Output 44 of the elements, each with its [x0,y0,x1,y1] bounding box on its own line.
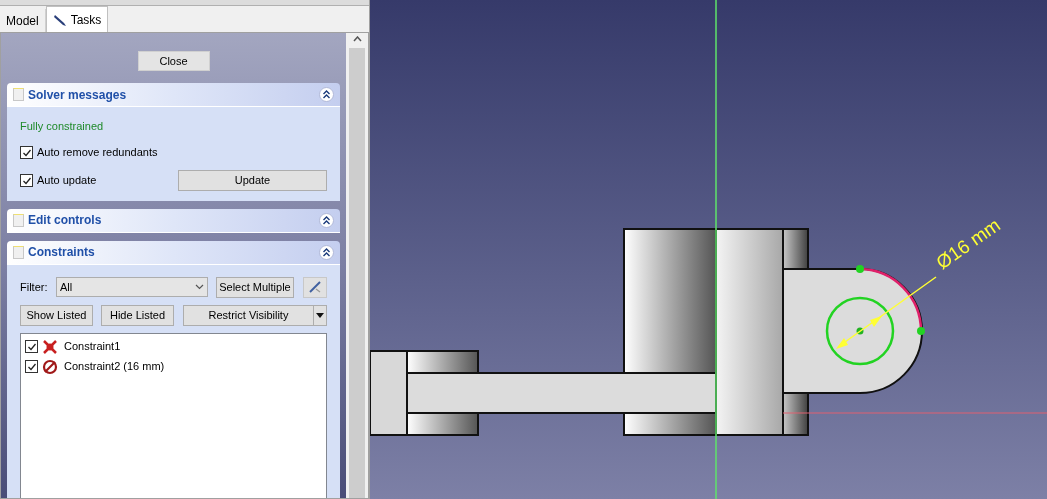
checkbox[interactable] [25,340,38,353]
select-multiple-button[interactable]: Select Multiple [216,276,294,298]
dimension-label: Ø16 mm [932,214,1004,274]
panel-icon [13,213,24,227]
constraint-list[interactable]: Constraint1 Constraint2 (16 mm) [20,332,327,498]
checkbox-label: Auto remove redundants [37,145,158,161]
panel-header[interactable]: Constraints [7,240,340,265]
status-message: Fully constrained [20,119,105,134]
collapse-icon[interactable] [319,87,334,102]
point-marker [917,327,925,335]
dropdown-arrow-icon [316,312,324,318]
chevron-down-icon [195,284,205,290]
checkbox-label: Auto update [37,173,97,189]
scroll-up-icon[interactable] [352,36,362,42]
show-listed-button[interactable]: Show Listed [20,304,93,326]
update-button[interactable]: Update [178,170,327,191]
panel-icon [13,245,24,259]
constraint-item[interactable]: Constraint2 (16 mm) [64,358,165,375]
checkbox[interactable] [20,146,33,159]
point-marker [856,327,864,335]
point-marker [856,265,864,273]
coincident-icon [42,338,58,355]
filter-dropdown[interactable]: All [55,277,209,297]
pencil-icon[interactable] [302,276,327,298]
filter-label: Filter: [20,279,49,295]
restrict-visibility-button[interactable]: Restrict Visibility [183,304,327,326]
checkbox[interactable] [25,360,38,373]
close-button[interactable]: Close [137,51,210,71]
panel-icon [13,88,24,101]
3d-viewport[interactable]: Ø16 mm [370,0,1047,499]
hide-listed-button[interactable]: Hide Listed [101,304,174,326]
collapse-icon[interactable] [319,212,334,228]
panel-title: Edit controls [28,212,103,229]
tab[interactable]: Tasks [45,6,109,32]
diameter-icon [42,358,58,375]
constraint-item[interactable]: Constraint1 [64,338,121,355]
checkbox[interactable] [20,174,33,187]
panel-header[interactable]: Edit controls [7,208,340,233]
panel-title: Constraints [28,244,96,261]
panel-title: Solver messages [28,86,128,104]
hole-circle [825,296,895,366]
collapse-icon[interactable] [319,244,334,260]
scrollbar[interactable] [346,33,368,498]
panel-header[interactable]: Solver messages [7,83,340,107]
